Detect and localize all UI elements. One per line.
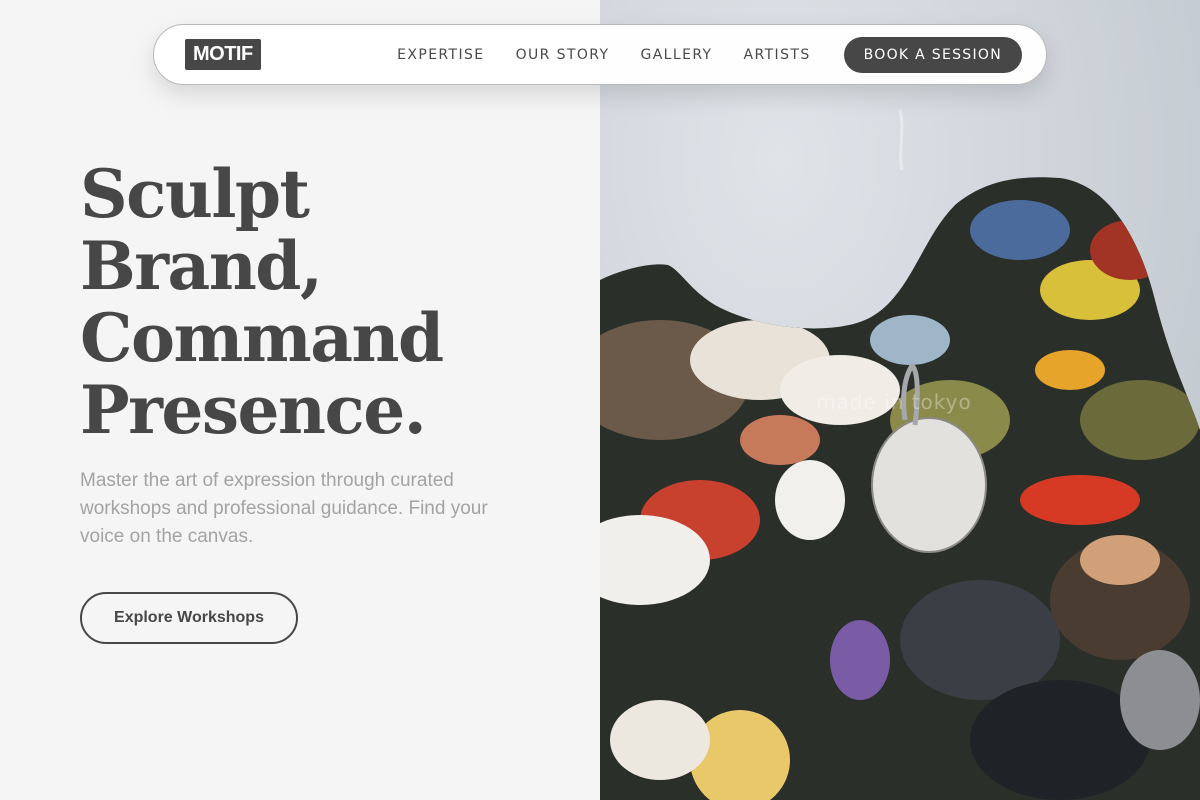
top-navigation: MOTIF EXPERTISE OUR STORY GALLERY ARTIST… (153, 24, 1047, 85)
nav-link-expertise[interactable]: EXPERTISE (397, 47, 484, 63)
brand-logo[interactable]: MOTIF (185, 39, 261, 70)
book-session-button[interactable]: BOOK A SESSION (843, 36, 1022, 73)
hero-image (600, 0, 1200, 800)
nav-link-our-story[interactable]: OUR STORY (516, 47, 610, 63)
hero-subtext: Master the art of expression through cur… (80, 470, 488, 547)
headline-line-3: Command (80, 299, 444, 377)
paint-palette-illustration (600, 0, 1200, 800)
nav-link-gallery[interactable]: GALLERY (640, 47, 712, 63)
headline-line-1: Sculpt (80, 155, 310, 233)
hero-headline: Sculpt Brand, Command Presence. (80, 158, 580, 446)
nav-link-artists[interactable]: ARTISTS (744, 47, 811, 63)
nav-links: EXPERTISE OUR STORY GALLERY ARTISTS (397, 47, 811, 63)
headline-line-2: Brand, (80, 227, 323, 305)
headline-line-4: Presence. (80, 371, 427, 449)
explore-workshops-button[interactable]: Explore Workshops (80, 592, 298, 644)
